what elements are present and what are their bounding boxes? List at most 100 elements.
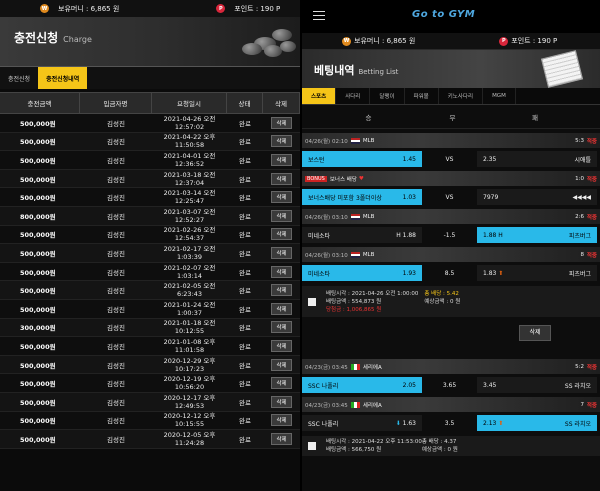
cell-delete: 삭제 <box>263 188 300 206</box>
delete-button[interactable]: 삭제 <box>271 135 292 148</box>
cell-delete: 삭제 <box>263 319 300 337</box>
bet-draw-option[interactable]: VS <box>422 194 477 201</box>
game-score: 5:2 <box>575 363 584 370</box>
tab-powerball[interactable]: 파워볼 <box>405 88 439 104</box>
delete-button[interactable]: 삭제 <box>271 377 292 390</box>
delete-button[interactable]: 삭제 <box>271 209 292 222</box>
cell-request-time: 2020-12-29 오후 10:17:23 <box>152 356 227 374</box>
cell-time: 12:25:47 <box>174 197 205 206</box>
bet-away-option[interactable]: 1.88 H 피츠버그 <box>477 227 597 243</box>
cell-status: 완료 <box>239 398 251 407</box>
table-row: 500,000원 김성진 2020-12-29 오후 10:17:23 완료 삭제 <box>0 355 300 375</box>
home-team: 미네소타 <box>308 270 331 278</box>
money-label: 보유머니 : 6,865 원 <box>58 4 120 13</box>
game-score: 7 <box>580 401 585 408</box>
delete-button[interactable]: 삭제 <box>271 395 292 408</box>
bet-away-option[interactable]: 2.35 시애틀 <box>477 151 597 167</box>
bet-home-option[interactable]: SSC 나폴리 ⬇ 1.63 <box>302 415 422 431</box>
cell-amount: 500,000원 <box>20 268 56 277</box>
expected-amount: 예상금액 : 0 원 <box>424 298 461 305</box>
point-label: 포인트 : 190 P <box>234 4 281 13</box>
tab-ladder[interactable]: 사다리 <box>336 88 371 104</box>
bet-draw-option[interactable]: 3.65 <box>422 382 477 389</box>
delete-button[interactable]: 삭제 <box>271 191 292 204</box>
bet-away-option[interactable]: 3.45 SS 라치오 <box>477 377 597 393</box>
right-topnav: Go to GYM <box>302 0 600 33</box>
bet-home-option[interactable]: 미네소타 ⬇ 1.93 <box>302 265 422 281</box>
delete-button[interactable]: 삭제 <box>271 284 292 297</box>
charge-header: 충전신청 Charge <box>0 17 300 67</box>
game-date: 04/26(월) 03:10 <box>305 252 348 259</box>
away-odd: 2.13 <box>483 419 497 427</box>
total-odds: 총 배당 : 4.37 <box>421 439 457 445</box>
cell-status: 완료 <box>239 249 251 258</box>
cell-depositor: 김성진 <box>107 194 125 203</box>
point-label: 포인트 : 190 P <box>511 37 558 45</box>
cell-request-time: 2021-02-07 오전 1:03:14 <box>152 263 227 281</box>
tab-mgm[interactable]: MGM <box>483 88 516 104</box>
delete-button[interactable]: 삭제 <box>271 172 292 185</box>
tab-charge-request[interactable]: 충전신청 <box>0 67 38 89</box>
bet-home-option[interactable]: 미네소타 H 1.88 <box>302 227 422 243</box>
table-row: 500,000원 김성진 2021-02-07 오전 1:03:14 완료 삭제 <box>0 262 300 282</box>
bet-over-under[interactable]: 3.5 <box>422 420 477 427</box>
cell-date: 2020-12-17 오후 <box>163 393 216 402</box>
cell-delete: 삭제 <box>263 244 300 262</box>
delete-button[interactable]: 삭제 <box>271 414 292 427</box>
league-flag-icon <box>350 251 360 258</box>
tab-sports[interactable]: 스포츠 <box>302 88 337 104</box>
away-odd: 2.35 <box>483 155 497 163</box>
bet-away-option[interactable]: 1.83 ⬆ 피츠버그 <box>477 265 597 281</box>
delete-button[interactable]: 삭제 <box>271 302 292 315</box>
site-logo[interactable]: Go to GYM <box>412 9 475 20</box>
delete-button[interactable]: 삭제 <box>271 153 292 166</box>
delete-bet-button[interactable]: 삭제 <box>519 325 551 341</box>
cell-request-time: 2021-01-24 오전 1:00:37 <box>152 300 227 318</box>
cell-amount: 500,000원 <box>20 287 56 296</box>
bet-away-option[interactable]: 2.13 ⬆ SS 라치오 <box>477 415 597 431</box>
arrow-down-icon: ⬇ <box>395 419 401 427</box>
select-checkbox[interactable] <box>308 442 316 450</box>
cell-date: 2021-04-22 오후 <box>163 133 216 142</box>
hamburger-menu-icon[interactable] <box>313 11 325 20</box>
bet-away-option[interactable]: 7979 ◀◀◀◀ <box>477 189 597 205</box>
cell-status: 완료 <box>239 287 251 296</box>
cell-date: 2020-12-29 오후 <box>163 356 216 365</box>
cell-delete: 삭제 <box>263 337 300 355</box>
bet-home-option[interactable]: 보너스배당 미포함 3폴더이상 1.03 <box>302 189 422 205</box>
heart-icon: ♥ <box>358 175 364 182</box>
delete-button[interactable]: 삭제 <box>271 358 292 371</box>
delete-button[interactable]: 삭제 <box>271 321 292 334</box>
game-league: MLB <box>362 251 375 258</box>
cell-depositor: 김성진 <box>107 287 125 296</box>
select-checkbox[interactable] <box>308 297 316 306</box>
bet-handicap[interactable]: -1.5 <box>422 232 477 239</box>
delete-button[interactable]: 삭제 <box>271 432 292 445</box>
delete-button[interactable]: 삭제 <box>271 116 292 129</box>
cell-amount: 500,000원 <box>20 175 56 184</box>
delete-button[interactable]: 삭제 <box>271 339 292 352</box>
delete-button[interactable]: 삭제 <box>271 246 292 259</box>
delete-button[interactable]: 삭제 <box>271 228 292 241</box>
delete-button[interactable]: 삭제 <box>271 265 292 278</box>
hit-badge: 적중 <box>586 364 597 371</box>
bet-over-under[interactable]: 8.5 <box>422 270 477 277</box>
table-row: 500,000원 김성진 2020-12-12 오후 10:15:55 완료 삭제 <box>0 411 300 431</box>
tab-snail[interactable]: 달팽이 <box>370 88 405 104</box>
tab-charge-history[interactable]: 충전신청내역 <box>38 67 88 89</box>
cell-depositor: 김성진 <box>107 212 125 221</box>
home-odd: 1.63 <box>402 419 416 427</box>
cell-request-time: 2021-02-17 오전 1:03:39 <box>152 244 227 262</box>
game-league: MLB <box>362 137 375 144</box>
bet-home-option[interactable]: 보스턴 1.45 <box>302 151 422 167</box>
cell-date: 2020-12-19 오후 <box>163 375 216 384</box>
bet-home-option[interactable]: SSC 나폴리 2.05 <box>302 377 422 393</box>
coin-icon: ₩ <box>342 36 351 46</box>
tab-keno-ladder[interactable]: 키노사다리 <box>439 88 484 104</box>
bet-draw-option[interactable]: VS <box>422 156 477 163</box>
home-team: 보너스배당 미포함 3폴더이상 <box>308 194 382 202</box>
cell-date: 2021-03-14 오전 <box>163 189 216 198</box>
cell-date: 2020-12-12 오후 <box>163 412 216 421</box>
bonus-badge-icon: BONUS <box>305 175 327 182</box>
cell-time: 12:52:27 <box>174 215 205 224</box>
